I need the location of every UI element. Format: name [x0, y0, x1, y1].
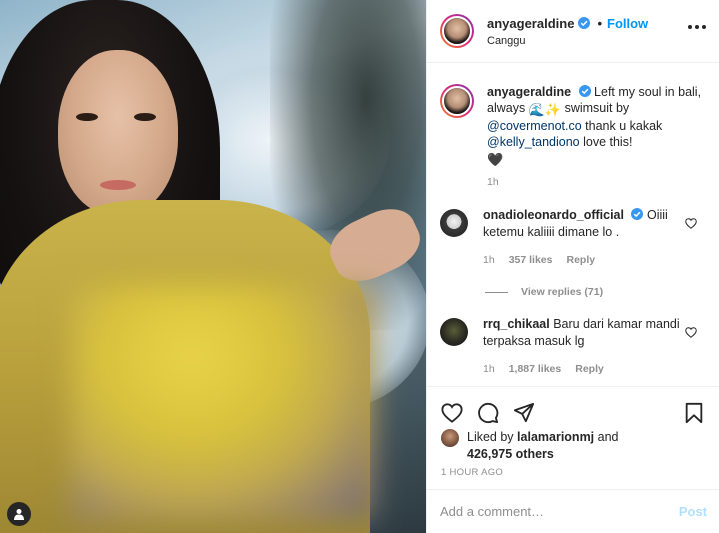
- share-paper-plane-icon[interactable]: [513, 402, 535, 424]
- photo-eye: [134, 113, 156, 121]
- caption-text-3: thank u kakak: [585, 119, 663, 133]
- comments-list[interactable]: anyageraldine Left my soul in bali, alwa…: [427, 64, 719, 386]
- liker-avatar[interactable]: [441, 429, 459, 447]
- black-heart-emoji: 🖤: [487, 152, 504, 167]
- header-text: anyageraldine • Follow Canggu: [487, 16, 648, 47]
- commenter-avatar[interactable]: [440, 318, 468, 346]
- comment-likes[interactable]: 357 likes: [509, 252, 553, 269]
- caption-username[interactable]: anyageraldine: [487, 85, 571, 99]
- likes-count[interactable]: 426,975 others: [467, 447, 554, 461]
- caption-avatar[interactable]: [440, 84, 474, 118]
- wave-sparkles-emoji: 🌊✨: [528, 102, 562, 117]
- mention-link[interactable]: @covermenot.co: [487, 119, 582, 133]
- verified-badge-icon: [578, 85, 591, 97]
- photo-lips: [100, 180, 136, 190]
- avatar-image: [442, 16, 472, 46]
- post-header: anyageraldine • Follow Canggu: [427, 0, 719, 63]
- liker-username[interactable]: lalamarionmj: [517, 430, 594, 444]
- tagged-users-button[interactable]: [7, 502, 31, 526]
- comment-meta: 1h 357 likes Reply: [483, 252, 688, 269]
- post-comment-button[interactable]: Post: [679, 504, 707, 519]
- photo-blur-region: [70, 285, 375, 520]
- comment-text-line: rrq_chikaal Baru dari kamar mandi terpak…: [483, 316, 688, 350]
- photo-face: [58, 50, 178, 215]
- add-comment-bar: Post: [427, 489, 719, 533]
- reply-button[interactable]: Reply: [566, 252, 595, 269]
- follow-button[interactable]: Follow: [607, 16, 648, 31]
- more-options-icon[interactable]: [688, 25, 706, 29]
- view-replies-button[interactable]: View replies (71): [485, 286, 719, 298]
- liked-by-prefix: Liked by: [467, 430, 514, 444]
- replies-line: [485, 291, 508, 293]
- mention-link[interactable]: @kelly_tandiono: [487, 135, 580, 149]
- header-line: anyageraldine • Follow: [487, 16, 648, 31]
- comment-bubble-icon[interactable]: [477, 402, 499, 424]
- likes-summary: Liked by lalamarionmj and 426,975 others: [427, 429, 719, 463]
- commenter-username[interactable]: rrq_chikaal: [483, 317, 550, 331]
- reply-button[interactable]: Reply: [575, 361, 604, 378]
- caption: anyageraldine Left my soul in bali, alwa…: [427, 64, 719, 190]
- comment-item: onadioleonardo_official Oiiii ketemu kal…: [427, 207, 719, 269]
- verified-badge-icon: [631, 208, 644, 220]
- separator-dot: •: [597, 15, 602, 31]
- save-bookmark-icon[interactable]: [683, 402, 705, 424]
- view-replies-label: View replies (71): [521, 286, 604, 298]
- author-avatar[interactable]: [440, 14, 474, 48]
- commenter-avatar[interactable]: [440, 209, 468, 237]
- caption-body: anyageraldine Left my soul in bali, alwa…: [487, 84, 706, 190]
- post-timestamp[interactable]: 1 HOUR AGO: [427, 463, 719, 478]
- person-icon: [14, 509, 24, 520]
- likes-text: Liked by lalamarionmj and 426,975 others: [467, 429, 619, 463]
- avatar-image: [442, 86, 472, 116]
- comment-input[interactable]: [440, 504, 679, 519]
- comment-item: rrq_chikaal Baru dari kamar mandi terpak…: [427, 316, 719, 378]
- comment-time[interactable]: 1h: [483, 252, 495, 269]
- comment-body: rrq_chikaal Baru dari kamar mandi terpak…: [483, 316, 688, 378]
- comment-time[interactable]: 1h: [483, 361, 495, 378]
- comment-text-line: onadioleonardo_official Oiiii ketemu kal…: [483, 207, 688, 241]
- photo-eye: [76, 113, 98, 121]
- comment-likes[interactable]: 1,887 likes: [509, 361, 562, 378]
- post-actions-area: Liked by lalamarionmj and 426,975 others…: [427, 386, 719, 488]
- like-comment-heart-icon[interactable]: [685, 327, 697, 338]
- location-link[interactable]: Canggu: [487, 35, 648, 47]
- caption-time[interactable]: 1h: [487, 174, 706, 190]
- like-heart-icon[interactable]: [441, 402, 463, 424]
- caption-text: anyageraldine Left my soul in bali, alwa…: [487, 84, 706, 168]
- action-bar: [427, 387, 719, 429]
- caption-text-4: love this!: [583, 135, 633, 149]
- likes-and: and: [597, 430, 619, 444]
- caption-text-2: swimsuit by: [564, 101, 630, 115]
- comment-meta: 1h 1,887 likes Reply: [483, 361, 688, 378]
- post-side-panel: anyageraldine • Follow Canggu anyagerald…: [426, 0, 719, 533]
- post-photo[interactable]: [0, 0, 426, 533]
- author-username[interactable]: anyageraldine: [487, 16, 574, 31]
- commenter-username[interactable]: onadioleonardo_official: [483, 208, 624, 222]
- like-comment-heart-icon[interactable]: [685, 218, 697, 229]
- verified-badge-icon: [578, 17, 591, 29]
- comment-body: onadioleonardo_official Oiiii ketemu kal…: [483, 207, 688, 269]
